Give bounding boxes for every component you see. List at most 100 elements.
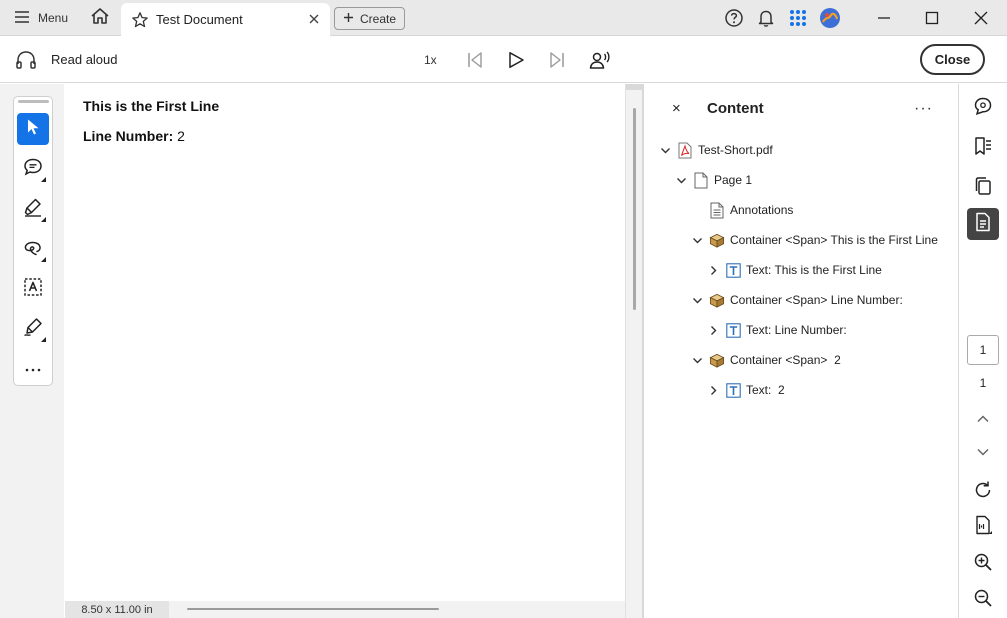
text-box-tool[interactable] <box>17 273 49 305</box>
freehand-icon <box>23 237 43 262</box>
bookmark-icon <box>973 136 993 161</box>
play-icon[interactable] <box>504 48 528 72</box>
page-number-input[interactable]: 1 <box>967 335 999 365</box>
tree-item-text[interactable]: Text: 2 <box>707 379 785 401</box>
maximize-icon[interactable] <box>917 4 947 32</box>
scrollbar-thumb[interactable] <box>633 108 636 310</box>
tree-item-label: Test-Short.pdf <box>698 143 773 157</box>
minimize-icon[interactable] <box>869 4 899 32</box>
highlight-tool[interactable] <box>17 193 49 225</box>
container-icon <box>709 351 725 369</box>
horizontal-scrollbar[interactable] <box>187 608 439 610</box>
voice-settings-icon[interactable] <box>588 48 612 72</box>
rotate-icon <box>973 480 993 505</box>
panel-options-icon[interactable]: ··· <box>914 100 933 118</box>
highlighter-icon <box>23 197 43 222</box>
fit-page-icon <box>973 515 993 540</box>
apps-grid-icon[interactable] <box>786 6 810 30</box>
left-gutter <box>0 84 64 618</box>
rotate-button[interactable] <box>967 476 999 508</box>
quick-tools-panel <box>13 96 53 386</box>
avatar[interactable] <box>818 6 842 30</box>
chevron-down-icon[interactable] <box>691 294 703 306</box>
right-rail: 1 1 <box>958 84 1007 618</box>
close-tab-icon[interactable] <box>306 11 322 32</box>
document-line-1: This is the First Line <box>83 98 220 114</box>
content-panel-button[interactable] <box>967 208 999 240</box>
vertical-scrollbar[interactable] <box>625 84 643 618</box>
home-button[interactable] <box>86 6 114 30</box>
create-label: Create <box>360 11 397 26</box>
tree-item-annotations[interactable]: Annotations <box>709 199 793 221</box>
window-close-icon[interactable] <box>966 4 996 32</box>
container-icon <box>709 291 725 309</box>
tree-item-label: Annotations <box>730 203 794 217</box>
page-icon <box>693 171 709 189</box>
menu-button[interactable]: Menu <box>8 6 74 30</box>
more-horizontal-icon <box>24 360 42 378</box>
menu-label: Menu <box>38 11 69 25</box>
speed-selector[interactable]: 1x <box>424 53 437 67</box>
hamburger-icon <box>14 10 30 27</box>
chevron-down-icon[interactable] <box>691 234 703 246</box>
more-tools-button[interactable] <box>17 353 49 385</box>
chevron-down-icon[interactable] <box>659 144 671 156</box>
headphones-icon <box>14 49 38 76</box>
tree-item-container[interactable]: Container <Span> 2 <box>691 349 841 371</box>
chevron-down-icon[interactable] <box>691 354 703 366</box>
chevron-right-icon[interactable] <box>707 264 719 276</box>
tree-item-label: Container <Span> This is the First Line <box>730 233 938 247</box>
text-icon <box>725 381 741 399</box>
zoom-in-button[interactable] <box>967 548 999 580</box>
comment-icon <box>23 157 43 182</box>
skip-forward-icon[interactable] <box>545 48 569 72</box>
tree-item-label: Page 1 <box>714 173 753 187</box>
chevron-right-icon[interactable] <box>707 324 719 336</box>
close-panel-icon[interactable]: × <box>672 100 688 118</box>
tree-item-text[interactable]: Text: This is the First Line <box>707 259 882 281</box>
draw-tool[interactable] <box>17 233 49 265</box>
zoom-in-icon <box>973 552 993 577</box>
tree-item-page[interactable]: Page 1 <box>675 169 752 191</box>
help-icon[interactable] <box>722 6 746 30</box>
pdf-icon <box>677 141 693 159</box>
chevron-right-icon[interactable] <box>707 384 719 396</box>
comment-at-icon <box>973 96 993 121</box>
tree-item-document[interactable]: Test-Short.pdf <box>659 139 773 161</box>
sign-tool[interactable] <box>17 313 49 345</box>
comment-tool[interactable] <box>17 153 49 185</box>
select-tool[interactable] <box>17 113 49 145</box>
previous-page-button[interactable] <box>967 404 999 436</box>
tree-item-label: Text: 2 <box>746 383 785 397</box>
document-line-2: Line Number: 2 <box>83 128 185 144</box>
zoom-out-button[interactable] <box>967 584 999 616</box>
pages-panel-button[interactable] <box>967 172 999 204</box>
title-bar: Menu Test Document Create <box>0 0 1007 36</box>
home-icon <box>90 7 110 30</box>
pdf-page[interactable]: This is the First Line Line Number: 2 <box>65 84 625 601</box>
tree-item-container[interactable]: Container <Span> This is the First Line <box>691 229 938 251</box>
close-read-aloud-button[interactable]: Close <box>920 44 985 75</box>
page-count: 1 <box>979 376 987 390</box>
bell-icon[interactable] <box>754 6 778 30</box>
content-panel: × Content ··· Test-Short.pdf Page 1 Anno… <box>644 84 958 618</box>
text-icon <box>725 321 741 339</box>
chevron-down-icon[interactable] <box>675 174 687 186</box>
container-icon <box>709 231 725 249</box>
star-icon[interactable] <box>131 11 149 34</box>
bookmarks-panel-button[interactable] <box>967 132 999 164</box>
next-page-button[interactable] <box>967 437 999 469</box>
pen-sign-icon <box>23 317 43 342</box>
tree-item-text[interactable]: Text: Line Number: <box>707 319 847 341</box>
tree-item-container[interactable]: Container <Span> Line Number: <box>691 289 903 311</box>
line-number-value: 2 <box>177 128 185 144</box>
panel-title: Content <box>707 100 764 117</box>
create-button[interactable]: Create <box>334 7 405 30</box>
fit-page-button[interactable] <box>967 511 999 543</box>
panel-grip[interactable] <box>18 100 49 103</box>
comments-panel-button[interactable] <box>967 92 999 124</box>
tab-test-document[interactable]: Test Document <box>121 3 330 36</box>
skip-back-icon[interactable] <box>463 48 487 72</box>
text-icon <box>725 261 741 279</box>
chevron-down-icon <box>976 444 990 462</box>
